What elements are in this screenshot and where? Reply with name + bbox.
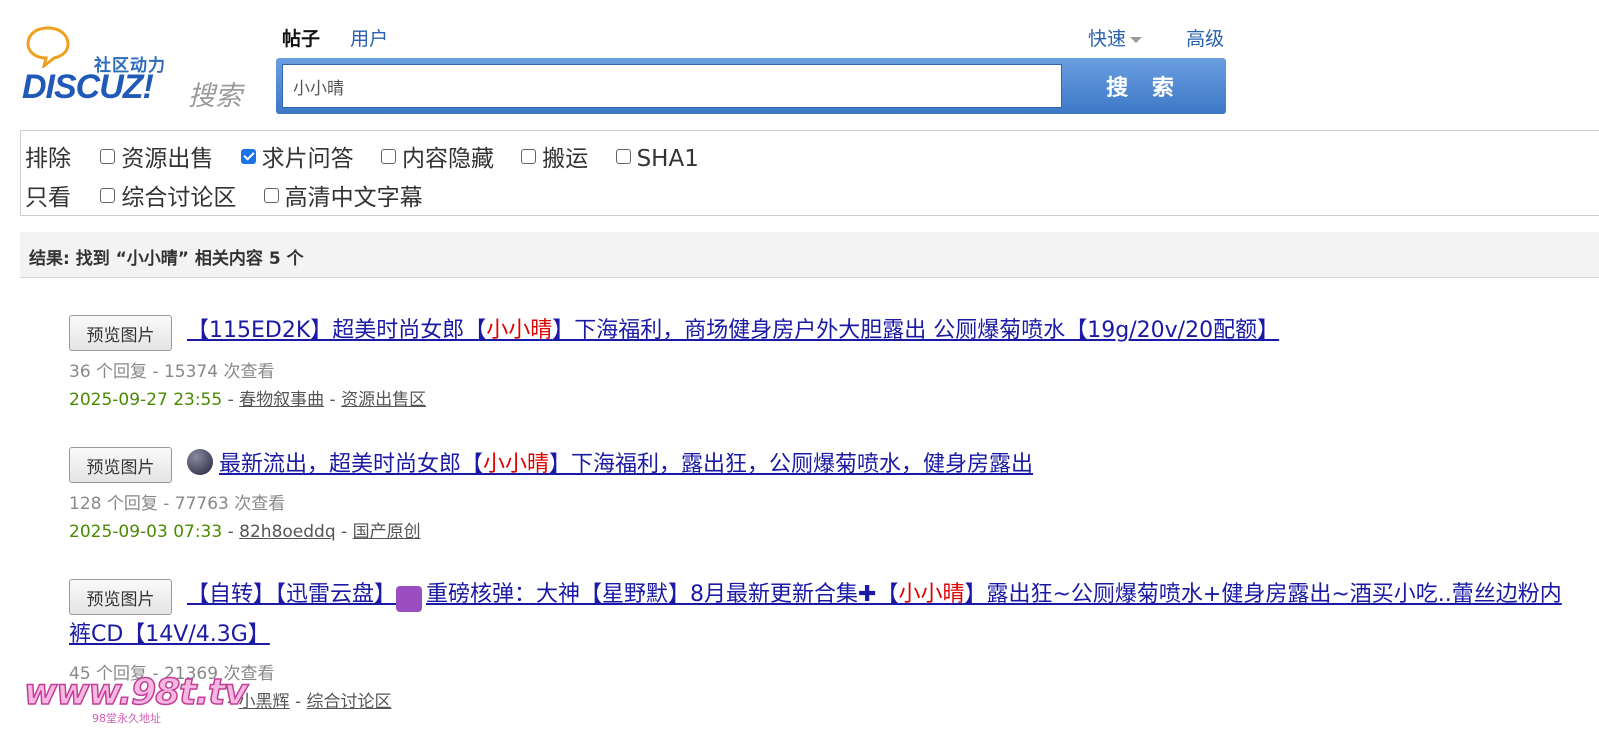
black-circle-icon — [187, 449, 213, 475]
only-option-hd-chinese-subs[interactable]: 高清中文字幕 — [263, 178, 423, 212]
search-button[interactable]: 搜 索 — [1066, 62, 1222, 110]
option-label: 综合讨论区 — [121, 185, 237, 211]
separator: - — [335, 522, 353, 542]
title-text: 】下海福利，商场健身房户外大胆露出 公厕爆菊喷水【19g/20v/20配额】 — [552, 318, 1280, 343]
post-date: 2025-09-03 07:33 — [69, 522, 223, 542]
quick-search-dropdown[interactable]: 快速 — [1088, 24, 1143, 51]
author-link[interactable]: 82h8oeddq — [239, 522, 335, 542]
forum-link[interactable]: 综合讨论区 — [307, 692, 392, 712]
exclude-option-repost[interactable]: 搬运 — [521, 139, 588, 173]
exclude-filter-row: 排除 资源出售 求片问答 内容隐藏 搬运 SHA1 — [25, 139, 719, 173]
search-mode-links: 快速 高级 — [1088, 24, 1224, 51]
title-highlight: 小小晴 — [483, 452, 550, 477]
quick-search-label: 快速 — [1088, 28, 1127, 50]
result-meta: - 小黑辉 - 综合讨论区 — [227, 687, 392, 712]
aries-icon: ♈ — [396, 586, 530, 612]
only-filter-row: 只看 综合讨论区 高清中文字幕 — [25, 178, 443, 212]
logo-search-word: 搜索 — [188, 81, 242, 112]
preview-image-button[interactable]: 预览图片 — [69, 315, 172, 351]
exclude-option-request-qa[interactable]: 求片问答 — [240, 139, 354, 173]
separator: - — [222, 522, 240, 542]
chevron-down-icon — [1130, 36, 1143, 43]
separator: - — [324, 390, 342, 410]
advanced-search-link[interactable]: 高级 — [1186, 24, 1224, 51]
checkbox[interactable] — [615, 149, 631, 164]
post-date: 2025-09-27 23:55 — [69, 390, 223, 410]
tab-posts[interactable]: 帖子 — [282, 24, 320, 65]
title-highlight: 小小晴 — [898, 582, 965, 607]
only-label: 只看 — [25, 185, 71, 211]
search-input[interactable] — [282, 64, 1062, 108]
option-label: 搬运 — [542, 146, 589, 172]
checkbox[interactable] — [100, 149, 116, 164]
preview-image-button[interactable]: 预览图片 — [69, 447, 172, 483]
exclude-option-hidden-content[interactable]: 内容隐藏 — [380, 139, 494, 173]
site-watermark: www.98t.tv — [23, 671, 248, 714]
result-meta: 2025-09-03 07:33 - 82h8oeddq - 国产原创 — [69, 517, 421, 542]
result-meta: 2025-09-27 23:55 - 春物叙事曲 - 资源出售区 — [69, 385, 426, 410]
exclude-option-sha1[interactable]: SHA1 — [615, 146, 699, 172]
result-title-link[interactable]: 【自转】【迅雷云盘】 ♈重磅核弹：大神【星野默】8月最新更新合集✚【小小晴】露出狂… — [69, 575, 1569, 655]
speech-bubble-icon — [26, 26, 70, 68]
title-text: 最新流出，超美时尚女郎【 — [219, 452, 484, 477]
search-filters: 排除 资源出售 求片问答 内容隐藏 搬运 SHA1 只看 综合讨论区 高清中文字… — [20, 130, 1599, 216]
search-box: 搜 索 — [276, 58, 1226, 114]
exclude-label: 排除 — [25, 146, 71, 172]
forum-link[interactable]: 国产原创 — [353, 522, 421, 542]
author-link[interactable]: 春物叙事曲 — [239, 390, 324, 410]
result-stats: 36 个回复 - 15374 次查看 — [69, 362, 275, 382]
checkbox[interactable] — [263, 188, 279, 203]
title-text: 】下海福利，露出狂，公厕爆菊喷水，健身房露出 — [549, 452, 1034, 477]
result-title-link[interactable]: 【115ED2K】超美时尚女郎【小小晴】下海福利，商场健身房户外大胆露出 公厕爆… — [187, 317, 1279, 345]
option-label: SHA1 — [636, 146, 699, 172]
result-title-link[interactable]: 最新流出，超美时尚女郎【小小晴】下海福利，露出狂，公厕爆菊喷水，健身房露出 — [187, 449, 1033, 479]
plus-icon: ✚ — [858, 582, 877, 607]
title-text: 【115ED2K】超美时尚女郎【 — [187, 318, 487, 343]
discuz-logo[interactable]: 社区动力 DISCUZ! 搜索 — [22, 24, 252, 114]
title-text: 【 — [876, 582, 899, 607]
option-label: 高清中文字幕 — [284, 185, 423, 211]
site-watermark-sub: 98堂永久地址 — [92, 712, 161, 725]
separator: - — [289, 692, 307, 712]
checkbox[interactable] — [100, 188, 116, 203]
search-type-tabs: 帖子 用户 — [282, 24, 412, 65]
option-label: 求片问答 — [261, 146, 354, 172]
results-summary-bar: 结果: 找到 “小小晴” 相关内容 5 个 — [20, 232, 1599, 278]
checkbox[interactable] — [521, 149, 537, 164]
checkbox[interactable] — [380, 149, 396, 164]
result-stats: 128 个回复 - 77763 次查看 — [69, 494, 286, 514]
option-label: 资源出售 — [121, 146, 214, 172]
title-text: 重磅核弹：大神【星野默】8月最新更新合集 — [426, 582, 859, 607]
title-highlight: 小小晴 — [486, 318, 553, 343]
tab-users[interactable]: 用户 — [350, 24, 388, 51]
only-option-general-discussion[interactable]: 综合讨论区 — [100, 178, 236, 212]
logo-brand: DISCUZ! — [22, 68, 154, 106]
checkbox-checked[interactable] — [240, 149, 256, 164]
results-summary: 结果: 找到 “小小晴” 相关内容 5 个 — [29, 249, 304, 269]
forum-link[interactable]: 资源出售区 — [341, 390, 426, 410]
title-text: 【自转】【迅雷云盘】 — [187, 582, 397, 607]
separator: - — [222, 390, 240, 410]
exclude-option-resource-sale[interactable]: 资源出售 — [100, 139, 213, 173]
option-label: 内容隐藏 — [401, 146, 494, 172]
